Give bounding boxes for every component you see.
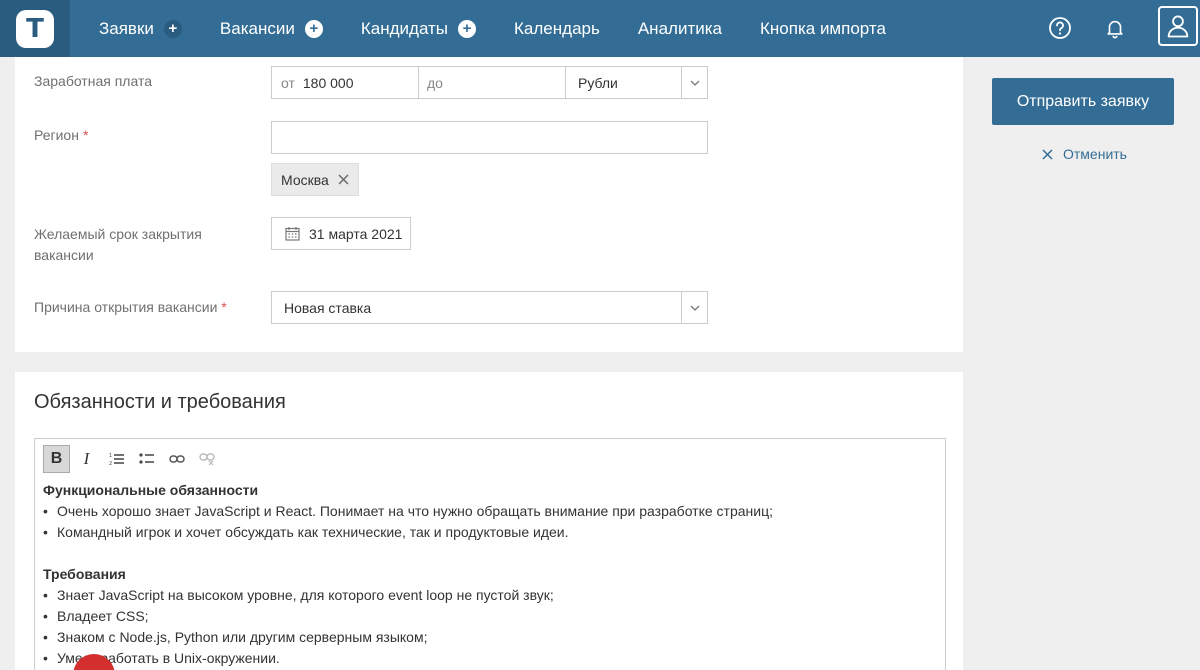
- currency-select[interactable]: Рубли: [565, 66, 708, 99]
- region-label: Регион *: [34, 127, 89, 143]
- top-navigation-bar: T Заявки + Вакансии + Кандидаты + Календ…: [0, 0, 1200, 57]
- section-title: Требования: [43, 566, 126, 582]
- salary-from-prefix: от: [281, 74, 295, 91]
- app-logo[interactable]: T: [0, 0, 70, 57]
- rich-text-editor[interactable]: B I 12 Функциональные обязанности Очень …: [34, 438, 946, 670]
- section-title: Функциональные обязанности: [43, 482, 259, 498]
- editor-content[interactable]: Функциональные обязанности Очень хорошо …: [43, 480, 933, 669]
- list-item: Очень хорошо знает JavaScript и React. П…: [43, 501, 933, 522]
- duties-requirements-card: Обязанности и требования B I 12 Функцион…: [15, 372, 963, 670]
- logo-mark: T: [16, 9, 54, 48]
- region-input[interactable]: [271, 121, 708, 154]
- salary-to-placeholder: до: [427, 74, 443, 91]
- svg-text:1: 1: [109, 453, 112, 459]
- list-item: Владеет CSS;: [43, 606, 933, 627]
- salary-from-input[interactable]: от 180 000: [271, 66, 419, 99]
- cancel-label: Отменить: [1063, 146, 1127, 162]
- svg-text:2: 2: [109, 461, 112, 466]
- add-candidate-icon[interactable]: +: [458, 19, 477, 38]
- required-mark: *: [82, 127, 89, 143]
- nav-item-label: Кандидаты: [360, 18, 449, 38]
- nav-item-calendar[interactable]: Календарь: [514, 19, 600, 39]
- bell-icon[interactable]: [1101, 14, 1129, 42]
- list-item: Знает JavaScript на высоком уровне, для …: [43, 585, 933, 606]
- help-icon[interactable]: [1046, 14, 1074, 42]
- cancel-button[interactable]: Отменить: [1042, 146, 1127, 162]
- currency-value: Рубли: [578, 74, 618, 91]
- unlink-icon[interactable]: [193, 445, 220, 473]
- vacancy-form-card: Заработная плата от 180 000 до Рубли Рег…: [15, 57, 963, 352]
- bullet-list-icon[interactable]: [133, 445, 160, 473]
- deadline-date-picker[interactable]: 31 марта 2021: [271, 217, 411, 250]
- chevron-down-icon: [681, 67, 707, 98]
- nav-item-vacancies[interactable]: Вакансии +: [220, 19, 323, 39]
- deadline-value: 31 марта 2021: [309, 225, 403, 242]
- region-tag: Москва: [271, 163, 359, 196]
- nav-item-label: Кнопка импорта: [760, 18, 886, 38]
- italic-button[interactable]: I: [73, 445, 100, 473]
- nav-item-label: Календарь: [514, 18, 600, 38]
- remove-tag-icon[interactable]: [338, 174, 349, 185]
- link-icon[interactable]: [163, 445, 190, 473]
- add-vacancy-icon[interactable]: +: [304, 19, 323, 38]
- numbered-list-icon[interactable]: 12: [103, 445, 130, 473]
- main-nav: Заявки + Вакансии + Кандидаты + Календар…: [99, 0, 924, 57]
- reason-value: Новая ставка: [284, 299, 372, 316]
- user-icon[interactable]: [1158, 6, 1198, 46]
- deadline-label: Желаемый срок закрытия вакансии: [34, 226, 202, 263]
- salary-to-input[interactable]: до: [418, 66, 566, 99]
- nav-item-label: Аналитика: [637, 18, 722, 38]
- region-tag-label: Москва: [281, 171, 329, 188]
- close-icon: [1042, 148, 1053, 160]
- bold-button[interactable]: B: [43, 445, 70, 473]
- reason-label: Причина открытия вакансии *: [34, 299, 227, 315]
- nav-item-import[interactable]: Кнопка импорта: [760, 19, 886, 39]
- calendar-icon: [285, 226, 300, 241]
- list-item: Командный игрок и хочет обсуждать как те…: [43, 522, 933, 543]
- list-item: Знаком с Node.js, Python или другим серв…: [43, 627, 933, 648]
- salary-label: Заработная плата: [34, 73, 152, 89]
- reason-select[interactable]: Новая ставка: [271, 291, 708, 324]
- list-item: Умеет работать в Unix-окружении.: [43, 648, 933, 669]
- editor-toolbar: B I 12: [43, 445, 223, 473]
- nav-item-label: Заявки: [99, 18, 154, 38]
- nav-item-analytics[interactable]: Аналитика: [638, 19, 722, 39]
- salary-from-value: 180 000: [302, 74, 354, 91]
- section-heading: Обязанности и требования: [34, 391, 286, 413]
- nav-item-candidates[interactable]: Кандидаты +: [360, 18, 477, 39]
- add-request-icon[interactable]: +: [163, 19, 182, 38]
- chevron-down-icon: [681, 292, 707, 323]
- required-mark: *: [221, 299, 227, 315]
- send-request-button[interactable]: Отправить заявку: [992, 78, 1174, 125]
- nav-item-requests[interactable]: Заявки +: [99, 19, 182, 39]
- nav-item-label: Вакансии: [219, 18, 295, 38]
